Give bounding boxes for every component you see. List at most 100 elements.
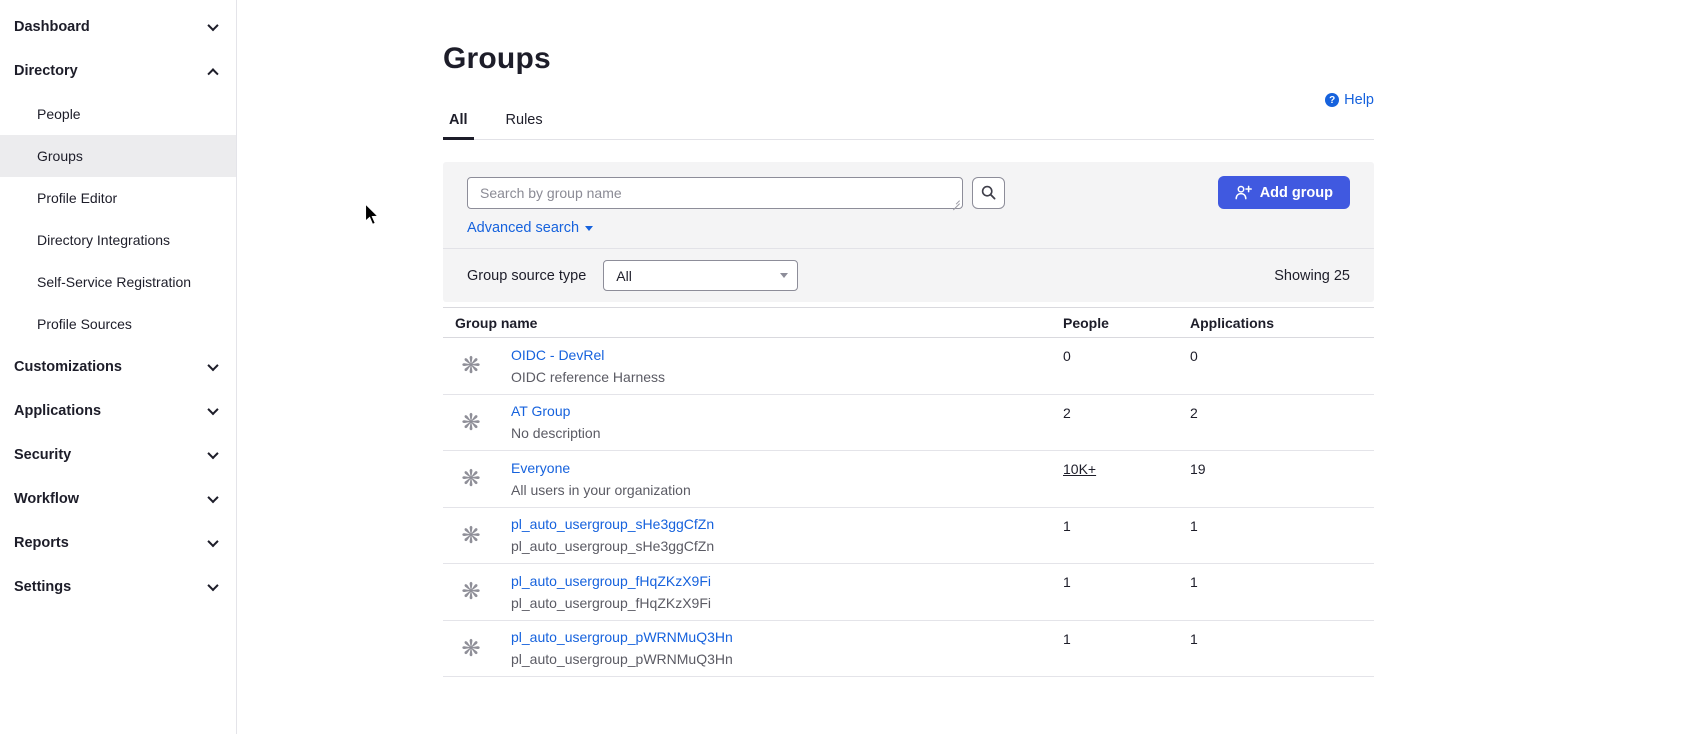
group-source-type-select[interactable]: All bbox=[603, 260, 798, 291]
group-name-link[interactable]: OIDC - DevRel bbox=[511, 344, 1063, 366]
people-count-link[interactable]: 10K+ bbox=[1063, 461, 1096, 477]
sidebar-item-settings[interactable]: Settings bbox=[0, 565, 236, 609]
group-icon: ❋ bbox=[461, 411, 480, 434]
sidebar-item-label: Self-Service Registration bbox=[37, 274, 191, 290]
search-button[interactable] bbox=[972, 177, 1005, 209]
select-value: All bbox=[616, 268, 632, 284]
table-header-row: Group name People Applications bbox=[443, 307, 1374, 338]
group-description: OIDC reference Harness bbox=[511, 366, 1063, 388]
sidebar-item-label: Security bbox=[14, 447, 71, 463]
applications-count: 1 bbox=[1190, 508, 1374, 535]
table-row: ❋ Everyone All users in your organizatio… bbox=[443, 451, 1374, 508]
chevron-down-icon bbox=[207, 448, 218, 459]
people-count: 1 bbox=[1063, 621, 1190, 648]
chevron-down-icon bbox=[207, 20, 218, 31]
sidebar-item-applications[interactable]: Applications bbox=[0, 389, 236, 433]
table-row: ❋ pl_auto_usergroup_pWRNMuQ3Hn pl_auto_u… bbox=[443, 621, 1374, 678]
column-header-applications: Applications bbox=[1190, 315, 1374, 331]
sidebar-item-label: Settings bbox=[14, 579, 71, 595]
applications-count: 1 bbox=[1190, 621, 1374, 648]
group-icon: ❋ bbox=[461, 637, 480, 660]
sidebar-item-security[interactable]: Security bbox=[0, 433, 236, 477]
group-name-link[interactable]: AT Group bbox=[511, 400, 1063, 422]
applications-count: 1 bbox=[1190, 564, 1374, 591]
group-source-type-label: Group source type bbox=[467, 268, 586, 284]
add-group-label: Add group bbox=[1260, 185, 1333, 201]
table-row: ❋ pl_auto_usergroup_fHqZKzX9Fi pl_auto_u… bbox=[443, 564, 1374, 621]
sidebar-item-label: Applications bbox=[14, 403, 101, 419]
tab-bar: All Rules bbox=[443, 104, 1374, 140]
sidebar-item-label: Dashboard bbox=[14, 19, 90, 35]
people-count: 0 bbox=[1063, 338, 1190, 365]
sidebar-item-label: People bbox=[37, 106, 81, 122]
column-header-group-name: Group name bbox=[443, 315, 1063, 331]
advanced-search-link[interactable]: Advanced search bbox=[467, 220, 1350, 236]
group-icon: ❋ bbox=[461, 580, 480, 603]
showing-count: Showing 25 bbox=[1274, 268, 1350, 284]
sidebar: Dashboard Directory People Groups Profil… bbox=[0, 0, 237, 734]
sidebar-item-groups[interactable]: Groups bbox=[0, 135, 236, 177]
add-person-icon bbox=[1235, 185, 1252, 200]
page-title: Groups bbox=[443, 40, 1374, 78]
sidebar-item-reports[interactable]: Reports bbox=[0, 521, 236, 565]
group-icon: ❋ bbox=[461, 524, 480, 547]
groups-table: Group name People Applications ❋ OIDC - … bbox=[443, 307, 1374, 677]
advanced-search-label: Advanced search bbox=[467, 220, 579, 236]
table-row: ❋ AT Group No description 2 2 bbox=[443, 395, 1374, 452]
tab-rules[interactable]: Rules bbox=[500, 104, 549, 140]
sidebar-item-profile-sources[interactable]: Profile Sources bbox=[0, 303, 236, 345]
sidebar-item-customizations[interactable]: Customizations bbox=[0, 345, 236, 389]
people-count: 2 bbox=[1063, 395, 1190, 422]
caret-down-icon bbox=[585, 226, 593, 231]
sidebar-item-profile-editor[interactable]: Profile Editor bbox=[0, 177, 236, 219]
sidebar-item-self-service-registration[interactable]: Self-Service Registration bbox=[0, 261, 236, 303]
sidebar-item-label: Profile Sources bbox=[37, 316, 132, 332]
table-row: ❋ pl_auto_usergroup_sHe3ggCfZn pl_auto_u… bbox=[443, 508, 1374, 565]
group-description: pl_auto_usergroup_sHe3ggCfZn bbox=[511, 535, 1063, 557]
group-icon: ❋ bbox=[461, 467, 480, 490]
group-description: All users in your organization bbox=[511, 479, 1063, 501]
chevron-down-icon bbox=[207, 580, 218, 591]
applications-count: 19 bbox=[1190, 451, 1374, 478]
group-name-link[interactable]: pl_auto_usergroup_pWRNMuQ3Hn bbox=[511, 626, 1063, 648]
main-content: Groups ? Help All Rules bbox=[238, 0, 1687, 734]
group-description: pl_auto_usergroup_pWRNMuQ3Hn bbox=[511, 648, 1063, 670]
tab-all[interactable]: All bbox=[443, 104, 474, 140]
help-link-label: Help bbox=[1344, 92, 1374, 108]
group-icon: ❋ bbox=[461, 354, 480, 377]
chevron-up-icon bbox=[207, 68, 218, 79]
table-row: ❋ OIDC - DevRel OIDC reference Harness 0… bbox=[443, 338, 1374, 395]
chevron-down-icon bbox=[207, 536, 218, 547]
search-box bbox=[467, 177, 963, 209]
sidebar-item-label: Reports bbox=[14, 535, 69, 551]
sidebar-item-directory[interactable]: Directory bbox=[0, 49, 236, 93]
people-count: 1 bbox=[1063, 564, 1190, 591]
help-link[interactable]: ? Help bbox=[1325, 92, 1374, 108]
group-name-link[interactable]: pl_auto_usergroup_sHe3ggCfZn bbox=[511, 513, 1063, 535]
sidebar-item-dashboard[interactable]: Dashboard bbox=[0, 5, 236, 49]
chevron-down-icon bbox=[207, 492, 218, 503]
applications-count: 2 bbox=[1190, 395, 1374, 422]
column-header-people: People bbox=[1063, 315, 1190, 331]
sidebar-item-label: Profile Editor bbox=[37, 190, 117, 206]
group-name-link[interactable]: pl_auto_usergroup_fHqZKzX9Fi bbox=[511, 570, 1063, 592]
group-description: No description bbox=[511, 422, 1063, 444]
search-panel: Add group Advanced search Group source t… bbox=[443, 162, 1374, 302]
group-name-link[interactable]: Everyone bbox=[511, 457, 1063, 479]
sidebar-item-label: Directory bbox=[14, 63, 78, 79]
sidebar-item-label: Workflow bbox=[14, 491, 79, 507]
sidebar-item-people[interactable]: People bbox=[0, 93, 236, 135]
search-icon bbox=[981, 185, 996, 200]
people-count: 1 bbox=[1063, 508, 1190, 535]
search-input[interactable] bbox=[467, 177, 963, 209]
add-group-button[interactable]: Add group bbox=[1218, 176, 1350, 209]
sidebar-item-label: Directory Integrations bbox=[37, 232, 170, 248]
sidebar-item-label: Groups bbox=[37, 148, 83, 164]
sidebar-item-label: Customizations bbox=[14, 359, 122, 375]
applications-count: 0 bbox=[1190, 338, 1374, 365]
sidebar-item-workflow[interactable]: Workflow bbox=[0, 477, 236, 521]
caret-down-icon bbox=[780, 273, 788, 278]
chevron-down-icon bbox=[207, 360, 218, 371]
sidebar-item-directory-integrations[interactable]: Directory Integrations bbox=[0, 219, 236, 261]
group-description: pl_auto_usergroup_fHqZKzX9Fi bbox=[511, 592, 1063, 614]
